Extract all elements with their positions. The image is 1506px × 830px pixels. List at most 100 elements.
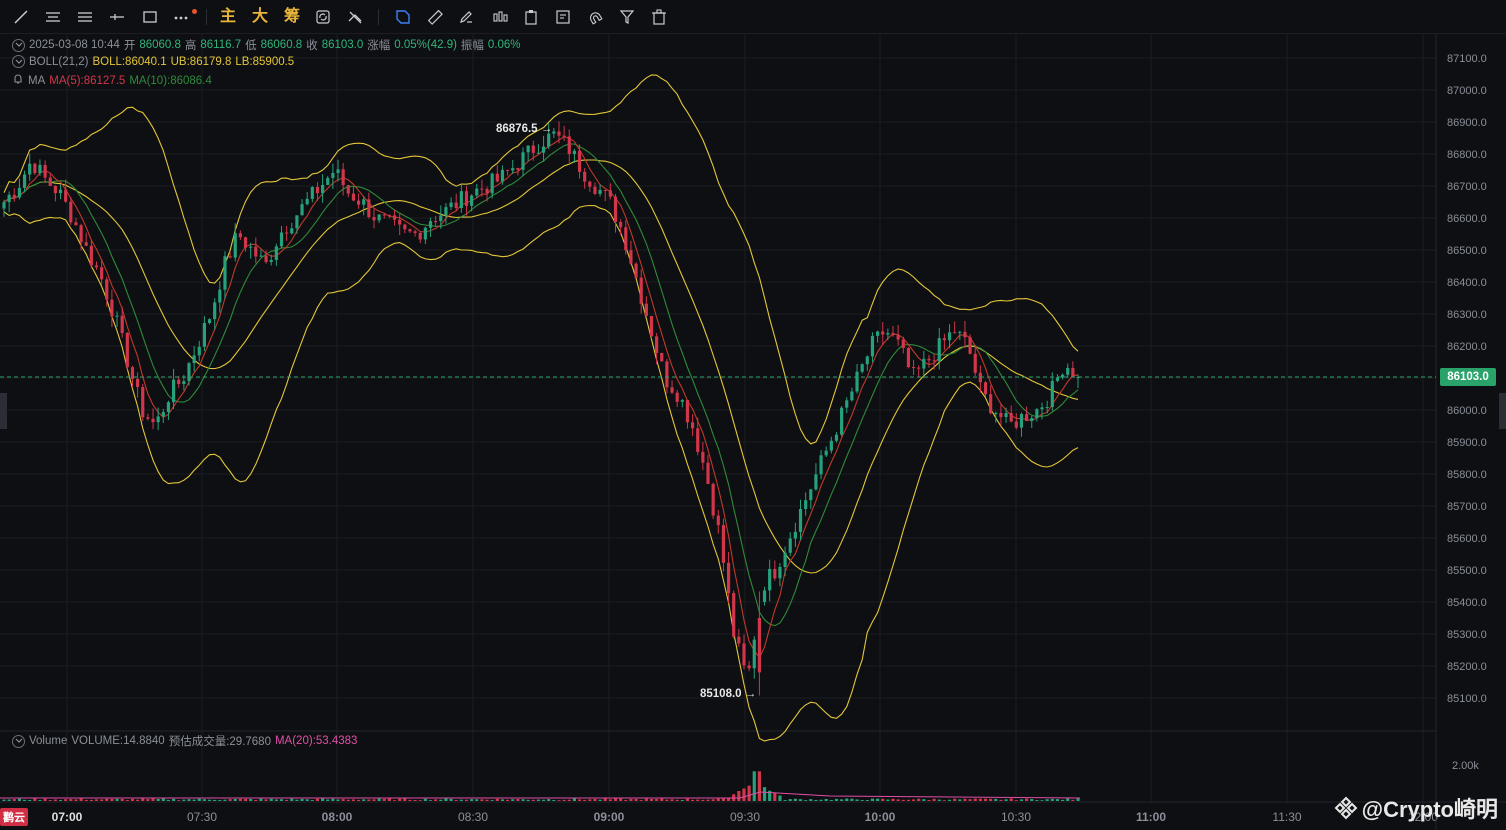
candle-body [1050, 380, 1054, 408]
candle-body [500, 169, 505, 182]
visibility-icon[interactable] [345, 7, 365, 27]
more-icon[interactable] [171, 7, 191, 27]
candle-body [33, 163, 37, 174]
left-collapse-handle[interactable] [0, 393, 7, 429]
boll-lb: LB:85900.5 [235, 55, 295, 68]
volume-bar [886, 799, 890, 801]
candle-body [336, 169, 340, 174]
candle-body [69, 201, 73, 223]
candle-body [639, 277, 643, 304]
candle-body [161, 411, 165, 417]
horizontal-ray-icon[interactable] [107, 7, 127, 27]
x-tick-label: 07:00 [52, 810, 83, 824]
right-collapse-handle[interactable] [1499, 393, 1506, 429]
candle-body [901, 339, 905, 348]
bell-icon[interactable] [12, 73, 24, 88]
volume-bar [577, 799, 582, 801]
candle-body [413, 231, 417, 233]
candle-body [624, 227, 628, 251]
filter-icon[interactable] [617, 7, 637, 27]
big-order-button[interactable]: 大 [252, 7, 268, 27]
volume-bar [197, 798, 201, 801]
candle-body [567, 136, 571, 154]
volume-bar [552, 799, 556, 801]
volume-bar [773, 793, 777, 801]
note-icon[interactable] [553, 7, 573, 27]
collapse-chevron-icon[interactable] [12, 734, 25, 748]
volume-bar [22, 799, 27, 801]
legend-amp: 0.06% [487, 39, 521, 51]
candle-body [896, 335, 900, 340]
volume-bar [341, 799, 345, 801]
y-tick-label: 85400.0 [1447, 597, 1487, 609]
line-tool-icon[interactable] [11, 7, 31, 27]
binance-icon [1334, 796, 1358, 820]
candle-body [506, 169, 510, 171]
rectangle-icon[interactable] [140, 7, 160, 27]
delete-icon[interactable] [649, 7, 669, 27]
horizontal-lines-icon[interactable] [43, 7, 63, 27]
volume-bar [1055, 799, 1060, 801]
pen-icon[interactable] [456, 7, 476, 27]
volume-bar [983, 798, 988, 801]
clipboard-icon[interactable] [521, 7, 541, 27]
collapse-chevron-icon[interactable] [12, 38, 25, 52]
volume-bar [953, 798, 957, 801]
volume-bar [634, 799, 638, 801]
candle-body [1055, 377, 1060, 381]
candle-body [187, 363, 191, 382]
candle-body [74, 222, 78, 226]
candle-body [274, 246, 278, 260]
price-chart[interactable]: 87100.0 87000.0 86900.0 86800.0 86700.0 86600… [0, 34, 1506, 830]
parallel-lines-icon[interactable] [75, 7, 95, 27]
candle-body [583, 171, 587, 182]
chip-distribution-button[interactable]: 筹 [284, 7, 300, 27]
volume-bar [691, 799, 695, 801]
ma-name[interactable]: MA [28, 75, 45, 87]
candle-body [644, 303, 648, 317]
candle-body [53, 185, 57, 194]
volume-bar [53, 799, 57, 801]
magnet-icon[interactable] [585, 7, 605, 27]
candle-body [947, 332, 952, 341]
candle-body [875, 331, 880, 336]
volume-bar [377, 798, 381, 801]
volume-bar [644, 798, 648, 801]
candle-body [310, 186, 314, 199]
volume-bar [495, 798, 499, 801]
candle-body [696, 428, 700, 452]
candle-body [387, 215, 391, 217]
candle-body [305, 198, 309, 205]
volume-name[interactable]: Volume [29, 735, 67, 747]
candle-body [670, 387, 674, 393]
volume-bar [218, 799, 222, 801]
candle-body [634, 263, 638, 278]
candle-body [1009, 412, 1013, 422]
candle-body [48, 177, 52, 186]
candle-body [1045, 407, 1049, 409]
y-tick-label: 85200.0 [1447, 661, 1487, 673]
volume-bar [464, 799, 469, 801]
ruler-icon[interactable] [425, 7, 445, 27]
candle-body [285, 232, 289, 234]
candle-body [516, 168, 520, 170]
candle-body [953, 332, 957, 334]
volume-ma20-line [0, 791, 1081, 799]
volume-bar [875, 798, 880, 801]
collapse-chevron-icon[interactable] [12, 55, 25, 68]
volume-bar [500, 799, 505, 801]
volume-bar [254, 799, 258, 801]
candle-body [382, 214, 386, 216]
volume-bar [1014, 800, 1018, 801]
main-indicator-button[interactable]: 主 [220, 7, 236, 27]
boll-name[interactable]: BOLL(21,2) [29, 56, 88, 68]
candle-body [141, 387, 145, 418]
sync-icon[interactable] [313, 7, 333, 27]
candle-body [238, 233, 242, 238]
annotation-icon[interactable] [393, 7, 413, 27]
volume-bar [531, 799, 535, 801]
x-tick-label: 10:00 [865, 810, 896, 824]
candle-icon[interactable] [490, 7, 510, 27]
candle-body [490, 173, 494, 194]
volume-bar [562, 799, 566, 801]
